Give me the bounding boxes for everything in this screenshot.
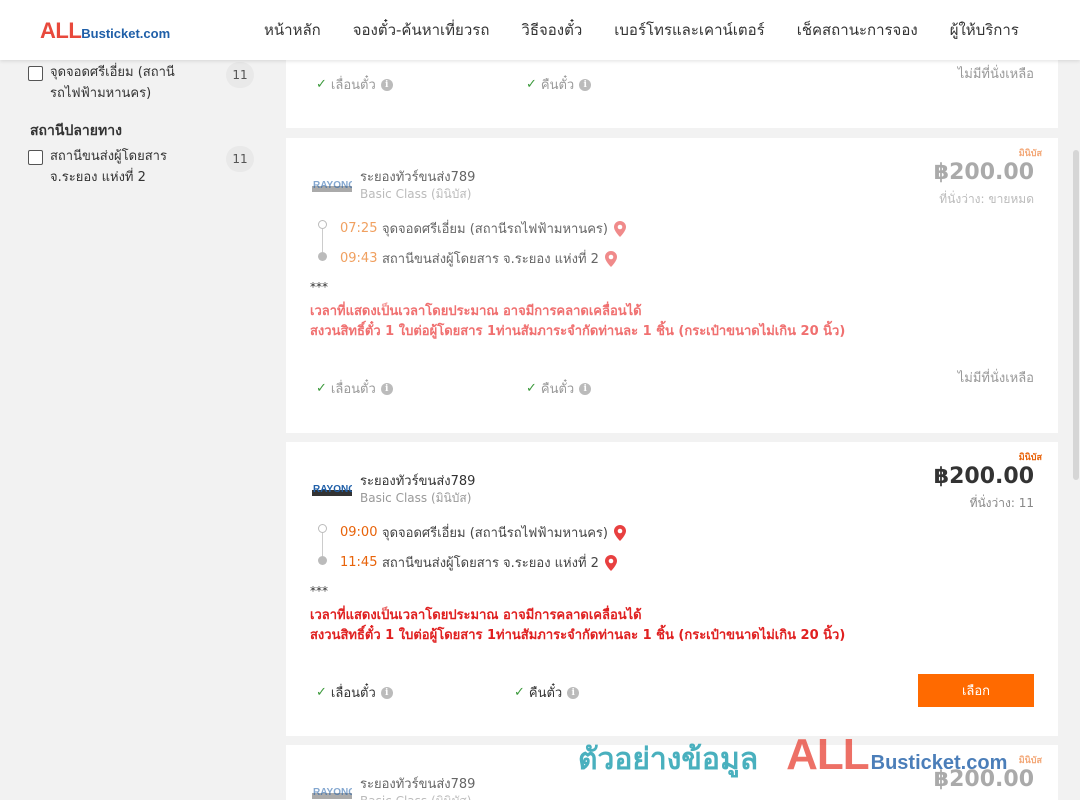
check-icon: ✓ xyxy=(316,685,327,700)
nav-how-to-book[interactable]: วิธีจองตั๋ว xyxy=(521,18,582,42)
info-icon[interactable]: i xyxy=(567,686,580,699)
info-icon[interactable]: i xyxy=(380,686,393,699)
seat-class: Basic Class (มินิบัส) xyxy=(360,187,472,201)
origin-filter-label: จุดจอดศรีเอี่ยม (สถานีรถไฟฟ้ามหานคร) xyxy=(50,65,175,101)
reschedule-label: เลื่อนตั๋ว xyxy=(330,686,376,701)
rayong-logo: RAYONG xyxy=(312,787,352,799)
departure-time: 07:25 xyxy=(340,221,378,236)
watermark-text: ตัวอย่างข้อมูล xyxy=(578,742,759,777)
info-icon[interactable]: i xyxy=(579,78,592,91)
check-icon: ✓ xyxy=(316,77,327,92)
destination-filter-label: สถานีขนส่งผู้โดยสาร จ.ระยอง แห่งที่ 2 xyxy=(50,149,167,185)
select-trip-button[interactable]: เลือก xyxy=(918,674,1034,707)
operator-name: ระยองทัวร์ขนส่ง789 xyxy=(360,777,476,792)
map-pin-icon[interactable] xyxy=(613,220,626,237)
route-timeline xyxy=(316,524,330,565)
vehicle-type-tag: มินิบัส xyxy=(1018,149,1042,159)
logo-main: ALL xyxy=(40,18,82,43)
reschedule-policy: ✓ เลื่อนตั๋ว i xyxy=(316,682,393,703)
top-header: ALL Busticket.com หน้าหลัก จองตั๋ว-ค้นหา… xyxy=(0,0,1080,60)
vehicle-type-tag: มินิบัส xyxy=(1018,756,1042,766)
arrival-stop: 09:43 สถานีขนส่งผู้โดยสาร จ.ระยอง แห่งที… xyxy=(340,248,617,269)
scrollbar-thumb[interactable] xyxy=(1073,150,1079,480)
note-approx-time: เวลาที่แสดงเป็นเวลาโดยประมาณ อาจมีการคลา… xyxy=(310,608,642,623)
departure-stop: 07:25 จุดจอดศรีเอี่ยม (สถานีรถไฟฟ้ามหานค… xyxy=(340,218,626,239)
origin-count-badge: 11 xyxy=(226,62,254,88)
ticket-price: ฿200.00 xyxy=(933,464,1034,489)
note-approx-time: เวลาที่แสดงเป็นเวลาโดยประมาณ อาจมีการคลา… xyxy=(310,304,642,319)
main-nav: หน้าหลัก จองตั๋ว-ค้นหาเที่ยวรถ วิธีจองตั… xyxy=(248,0,1035,60)
seats-available: ที่นั่งว่าง: ขายหมด xyxy=(939,192,1034,206)
origin-filter-option[interactable]: จุดจอดศรีเอี่ยม (สถานีรถไฟฟ้ามหานคร) 11 xyxy=(28,62,258,104)
seat-class: Basic Class (มินิบัส) xyxy=(360,491,472,505)
rayong-logo: RAYONG xyxy=(312,180,352,192)
departure-stop: 09:00 จุดจอดศรีเอี่ยม (สถานีรถไฟฟ้ามหานค… xyxy=(340,522,626,543)
destination-heading: สถานีปลายทาง xyxy=(30,123,122,139)
info-icon[interactable]: i xyxy=(380,382,393,395)
map-pin-icon[interactable] xyxy=(604,250,617,267)
nav-operators[interactable]: ผู้ให้บริการ xyxy=(950,18,1019,42)
trip-card: มินิบัส RAYONG ระยองทัวร์ขนส่ง789 Basic … xyxy=(286,442,1058,736)
seats-available: ที่นั่งว่าง: 11 xyxy=(969,496,1034,510)
svg-text:RAYONG: RAYONG xyxy=(313,484,352,495)
map-pin-icon[interactable] xyxy=(604,554,617,571)
note-luggage: สงวนสิทธิ์ตั๋ว 1 ใบต่อผู้โดยสาร 1ท่านสัม… xyxy=(310,324,846,339)
no-seat-label: ไม่มีที่นั่งเหลือ xyxy=(957,371,1034,386)
refund-policy: ✓ คืนตั๋ว i xyxy=(514,682,580,703)
operator-name: ระยองทัวร์ขนส่ง789 xyxy=(360,474,476,489)
reschedule-label: เลื่อนตั๋ว xyxy=(330,78,376,93)
info-icon[interactable]: i xyxy=(579,382,592,395)
trip-card: มินิบัส RAYONG ระยองทัวร์ขนส่ง789 Basic … xyxy=(286,138,1058,433)
note-stars: *** xyxy=(310,280,328,294)
svg-text:RAYONG: RAYONG xyxy=(313,787,352,798)
svg-text:RAYONG: RAYONG xyxy=(313,180,352,191)
reschedule-policy: ✓ เลื่อนตั๋ว i xyxy=(316,74,393,95)
ticket-price: ฿200.00 xyxy=(933,160,1034,185)
watermark-brand-sub: Busticket.com xyxy=(870,752,1008,774)
nav-phone-counters[interactable]: เบอร์โทรและเคาน์เตอร์ xyxy=(614,18,764,42)
logo-sub: Busticket.com xyxy=(81,26,171,41)
arrival-time: 11:45 xyxy=(340,555,378,570)
operator-name: ระยองทัวร์ขนส่ง789 xyxy=(360,170,476,185)
info-icon[interactable]: i xyxy=(380,78,393,91)
refund-label: คืนตั๋ว xyxy=(528,686,563,701)
reschedule-policy: ✓ เลื่อนตั๋ว i xyxy=(316,378,393,399)
sample-data-watermark: ตัวอย่างข้อมูล ALL Busticket.com xyxy=(578,730,1007,783)
route-timeline xyxy=(316,220,330,261)
site-logo[interactable]: ALL Busticket.com xyxy=(40,18,170,44)
arrival-place: สถานีขนส่งผู้โดยสาร จ.ระยอง แห่งที่ 2 xyxy=(382,556,599,571)
rayong-logo: RAYONG xyxy=(312,484,352,496)
nav-check-booking[interactable]: เช็คสถานะการจอง xyxy=(797,18,918,42)
refund-label: คืนตั๋ว xyxy=(540,382,575,397)
refund-label: คืนตั๋ว xyxy=(540,78,575,93)
seat-class: Basic Class (มินิบัส) xyxy=(360,792,471,800)
note-stars: *** xyxy=(310,584,328,598)
arrival-place: สถานีขนส่งผู้โดยสาร จ.ระยอง แห่งที่ 2 xyxy=(382,252,599,267)
reschedule-label: เลื่อนตั๋ว xyxy=(330,382,376,397)
note-luggage: สงวนสิทธิ์ตั๋ว 1 ใบต่อผู้โดยสาร 1ท่านสัม… xyxy=(310,628,846,643)
map-pin-icon[interactable] xyxy=(613,524,626,541)
check-icon: ✓ xyxy=(316,381,327,396)
refund-policy: ✓ คืนตั๋ว i xyxy=(526,378,592,399)
arrival-time: 09:43 xyxy=(340,251,378,266)
check-icon: ✓ xyxy=(514,685,525,700)
vehicle-type-tag: มินิบัส xyxy=(1018,453,1042,463)
departure-place: จุดจอดศรีเอี่ยม (สถานีรถไฟฟ้ามหานคร) xyxy=(382,222,608,237)
watermark-brand-main: ALL xyxy=(786,730,870,779)
departure-time: 09:00 xyxy=(340,525,378,540)
refund-policy: ✓ คืนตั๋ว i xyxy=(526,74,592,95)
trip-card-partial: ✓ เลื่อนตั๋ว i ✓ คืนตั๋ว i ไม่มีที่นั่งเ… xyxy=(286,60,1058,128)
checkbox-icon[interactable] xyxy=(28,150,43,165)
checkbox-icon[interactable] xyxy=(28,66,43,81)
nav-book-search[interactable]: จองตั๋ว-ค้นหาเที่ยวรถ xyxy=(353,18,490,42)
check-icon: ✓ xyxy=(526,381,537,396)
check-icon: ✓ xyxy=(526,77,537,92)
no-seat-label: ไม่มีที่นั่งเหลือ xyxy=(957,67,1034,82)
destination-count-badge: 11 xyxy=(226,146,254,172)
destination-filter-option[interactable]: สถานีขนส่งผู้โดยสาร จ.ระยอง แห่งที่ 2 11 xyxy=(28,146,258,188)
nav-home[interactable]: หน้าหลัก xyxy=(264,18,321,42)
departure-place: จุดจอดศรีเอี่ยม (สถานีรถไฟฟ้ามหานคร) xyxy=(382,526,608,541)
arrival-stop: 11:45 สถานีขนส่งผู้โดยสาร จ.ระยอง แห่งที… xyxy=(340,552,617,573)
